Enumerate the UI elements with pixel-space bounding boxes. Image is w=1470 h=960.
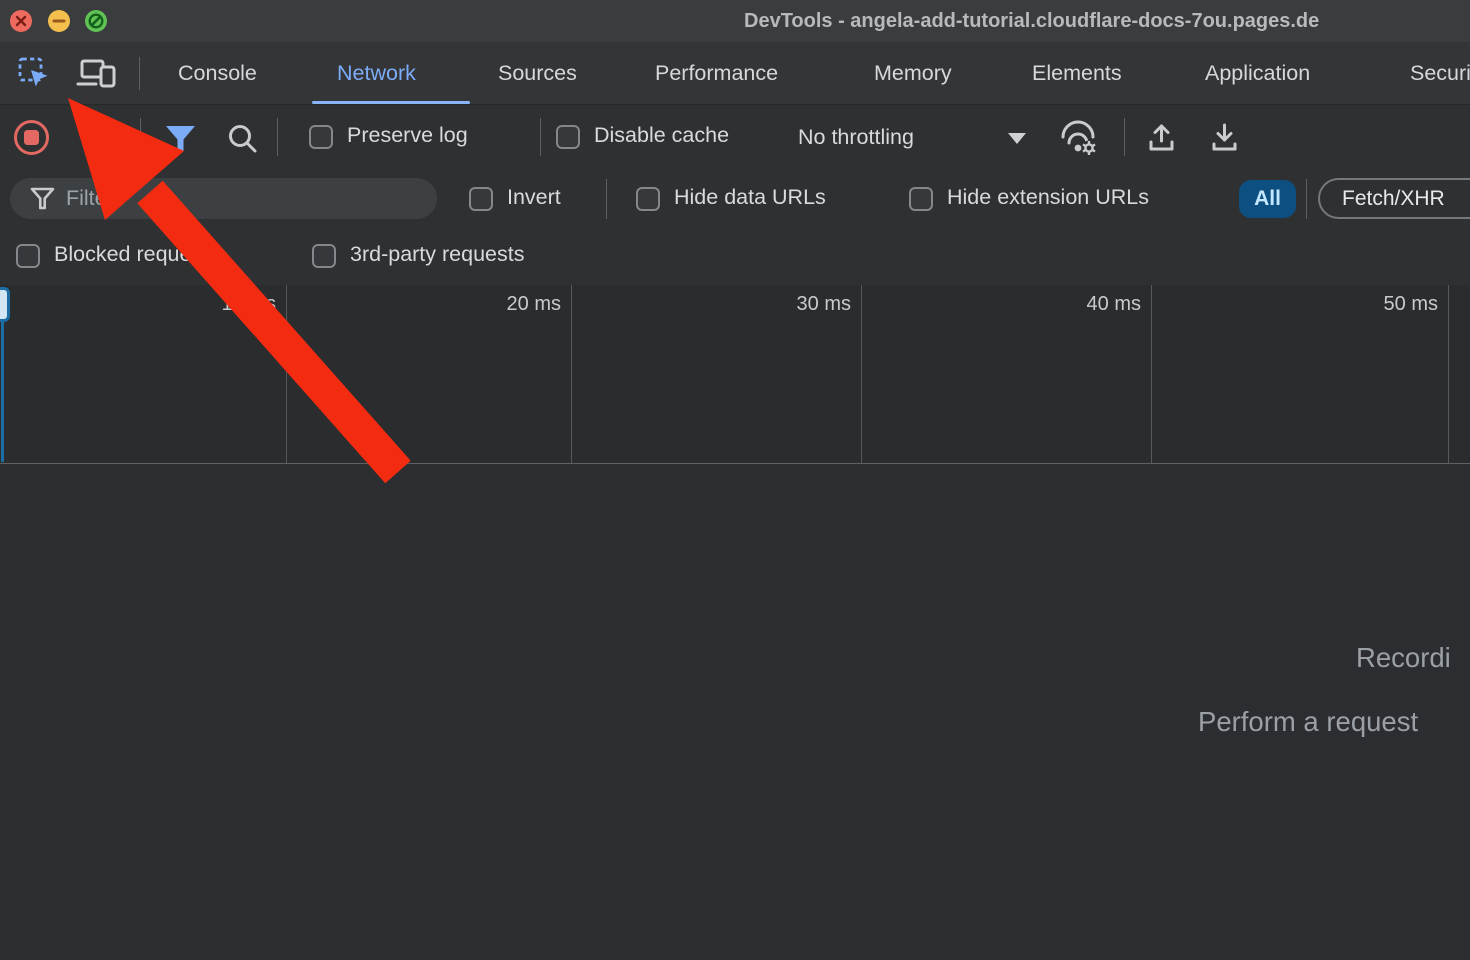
import-har-icon[interactable] [1143,120,1181,156]
separator [139,57,140,90]
disable-cache-label: Disable cache [594,123,729,148]
tab-sources[interactable]: Sources [472,42,603,105]
separator [606,179,607,219]
separator [1124,118,1125,156]
tab-security[interactable]: Security [1384,42,1470,105]
throttling-select[interactable]: No throttling [798,105,914,170]
stop-icon [24,130,39,145]
active-tab-indicator [312,101,470,104]
timeline-tick-label: 50 ms [1384,293,1438,316]
network-toolbar: Preserve log Disable cache No throttling [0,105,1470,170]
filter-input[interactable] [66,178,416,219]
empty-state-hint-text: Perform a request [1198,706,1418,738]
hide-extension-urls-checkbox[interactable] [909,187,933,211]
overview-handle-line [1,319,4,462]
tab-application[interactable]: Application [1179,42,1336,105]
request-type-all-chip[interactable]: All [1239,180,1296,218]
blocked-requests-label: Blocked requests [54,242,219,267]
inspect-element-icon[interactable] [17,56,52,91]
clear-icon[interactable] [80,126,112,158]
close-window-button[interactable] [10,10,32,32]
filter-funnel-icon [30,187,56,211]
blocked-requests-checkbox[interactable] [16,244,40,268]
separator [1306,179,1307,219]
network-overview-timeline[interactable]: 10 ms 20 ms 30 ms 40 ms 50 ms [0,285,1470,463]
timeline-cell: 40 ms [862,285,1152,463]
overview-drag-handle[interactable] [0,287,10,322]
fullscreen-disabled-icon [85,10,107,32]
timeline-cell: 10 ms [0,285,287,463]
search-icon[interactable] [226,122,260,156]
request-filters-bar: Blocked requests 3rd-party requests [0,228,1470,285]
tab-elements[interactable]: Elements [1006,42,1148,105]
third-party-requests-label: 3rd-party requests [350,242,524,267]
tab-network-label: Network [337,61,416,85]
timeline-tick-label: 10 ms [222,293,276,316]
title-bar: DevTools - angela-add-tutorial.cloudflar… [0,0,1470,42]
empty-state-recording-text: Recordi [1356,642,1451,674]
filter-bar: Invert Hide data URLs Hide extension URL… [0,170,1470,228]
invert-label: Invert [507,185,561,210]
stop-recording-button[interactable] [14,120,49,155]
requests-empty-area: Recordi Perform a request [0,463,1470,960]
timeline-cell: 30 ms [572,285,862,463]
filter-toggle-icon[interactable] [163,124,199,154]
hide-extension-urls-label: Hide extension URLs [947,185,1149,210]
tab-console[interactable]: Console [152,42,283,105]
tab-elements-label: Elements [1032,61,1122,85]
minimize-icon [48,10,70,32]
tab-sources-label: Sources [498,61,577,85]
separator [540,118,541,156]
network-conditions-icon[interactable] [1056,120,1102,158]
separator [140,118,141,156]
tab-memory-label: Memory [874,61,952,85]
request-type-fetch-xhr-chip[interactable]: Fetch/XHR [1318,178,1470,219]
tab-security-label: Security [1410,61,1470,85]
close-icon [10,10,32,32]
preserve-log-label: Preserve log [347,123,468,148]
timeline-tick-label: 30 ms [797,293,851,316]
tab-performance[interactable]: Performance [629,42,804,105]
tab-performance-label: Performance [655,61,778,85]
third-party-requests-checkbox[interactable] [312,244,336,268]
filter-input-wrap [10,178,437,219]
window-title: DevTools - angela-add-tutorial.cloudflar… [744,0,1319,42]
timeline-cell: 20 ms [287,285,572,463]
preserve-log-checkbox[interactable] [309,125,333,149]
timeline-cell: 50 ms [1152,285,1449,463]
tab-console-label: Console [178,61,257,85]
timeline-tick-label: 40 ms [1087,293,1141,316]
tab-application-label: Application [1205,61,1310,85]
minimize-window-button[interactable] [48,10,70,32]
devtools-window: DevTools - angela-add-tutorial.cloudflar… [0,0,1470,960]
separator [277,118,278,156]
tab-memory[interactable]: Memory [848,42,978,105]
hide-data-urls-label: Hide data URLs [674,185,826,210]
invert-checkbox[interactable] [469,187,493,211]
hide-data-urls-checkbox[interactable] [636,187,660,211]
disable-cache-checkbox[interactable] [556,125,580,149]
timeline-tick-label: 20 ms [507,293,561,316]
panel-tab-bar: Console Network Sources Performance Memo… [0,42,1470,105]
device-toolbar-icon[interactable] [76,57,118,91]
zoom-window-button[interactable] [85,10,107,32]
tab-network[interactable]: Network [311,42,442,105]
chevron-down-icon[interactable] [1008,133,1026,144]
export-har-icon[interactable] [1206,120,1244,156]
